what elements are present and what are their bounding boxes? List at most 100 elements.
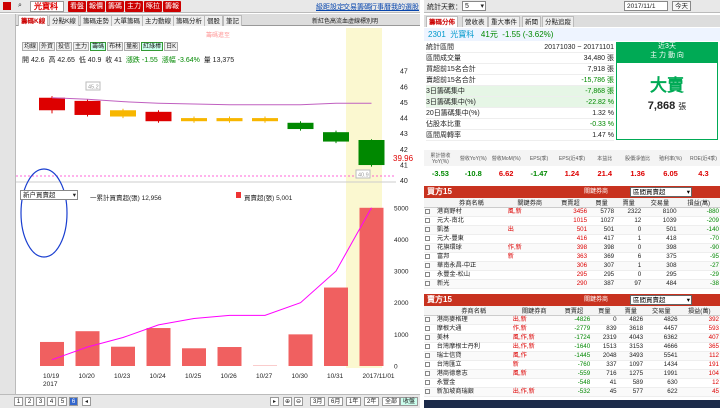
buy-row[interactable]: 元大-豐東 416 417 1 418 -70 (424, 234, 720, 244)
checkbox-icon[interactable] (425, 280, 430, 286)
days-select[interactable]: 5 ▾ (462, 1, 486, 11)
checkbox-icon[interactable] (425, 244, 430, 250)
row-checkbox[interactable] (424, 351, 436, 361)
row-checkbox[interactable] (424, 315, 436, 325)
zoom-in-icon[interactable]: ⊕ (283, 397, 292, 406)
checkbox-icon[interactable] (425, 316, 430, 322)
sell-row[interactable]: 摩根大通 作,新 -2779 839 3618 4457 593 (424, 324, 720, 334)
checkbox-icon[interactable] (425, 379, 430, 385)
link-1[interactable]: 交易籌碼 (343, 2, 371, 12)
indicator-8[interactable]: 日K (164, 42, 179, 51)
checkbox-icon[interactable] (425, 370, 430, 376)
row-checkbox[interactable] (424, 342, 436, 352)
sell-row[interactable]: 永豐金 -548 41 589 630 12 (424, 378, 720, 388)
row-checkbox[interactable] (424, 324, 436, 334)
checkbox-icon[interactable] (425, 208, 430, 214)
link-2[interactable]: 行事曆 (370, 2, 391, 12)
row-checkbox[interactable] (424, 360, 436, 370)
row-checkbox[interactable] (424, 243, 437, 253)
row-checkbox[interactable] (424, 387, 436, 397)
row-checkbox[interactable] (424, 261, 437, 271)
checkbox-icon[interactable] (425, 253, 430, 259)
checkbox-icon[interactable] (425, 361, 430, 367)
indicator-4[interactable]: 籌碼 (90, 42, 107, 51)
rtab-0[interactable]: 籌碼分佈 (426, 16, 458, 27)
sell-row[interactable]: 新加坡商瑞銀 出,作,新 -532 45 577 622 45 (424, 387, 720, 397)
sell-row[interactable]: 港商德意志 風,新 -559 716 1275 1991 104 (424, 369, 720, 379)
today-button[interactable]: 今天 (672, 1, 691, 11)
checkbox-icon[interactable] (425, 235, 430, 241)
checkbox-icon[interactable] (425, 325, 430, 331)
indicator-1[interactable]: 外資 (39, 42, 56, 51)
nav-button-2[interactable]: 籌碼 (106, 1, 124, 12)
sell-row[interactable]: 瑞士信貸 風,作 -1445 2048 3493 5541 112 (424, 351, 720, 361)
buy-row[interactable]: 凱基出 501 501 0 501 -140 (424, 225, 720, 235)
checkbox-icon[interactable] (425, 352, 430, 358)
indicator-0[interactable]: 均線 (22, 42, 39, 51)
rtab-1[interactable]: 營收表 (462, 16, 488, 27)
checkbox-icon[interactable] (425, 388, 430, 394)
indicator-7[interactable]: 紅綠棒 (141, 42, 164, 51)
page-button-6[interactable]: 6 (69, 397, 78, 406)
buy-filter-select[interactable]: 區間買賣超 ▾ (630, 187, 692, 197)
range-all[interactable]: 全部 (382, 397, 401, 406)
stock-search-input[interactable]: 光寶科 (30, 1, 64, 12)
tab-6[interactable]: 個股 (204, 15, 223, 26)
link-0[interactable]: 級距設定 (316, 2, 344, 12)
row-checkbox[interactable] (424, 279, 437, 289)
page-button-5[interactable]: 5 (58, 397, 67, 406)
indicator-6[interactable]: 量能 (124, 42, 141, 51)
nav-button-5[interactable]: 籌報 (163, 1, 181, 12)
buy-row[interactable]: 新光 290 387 97 484 -38 (424, 279, 720, 289)
scroll-right-icon[interactable]: ▸ (270, 397, 279, 406)
checkbox-icon[interactable] (425, 217, 430, 223)
row-checkbox[interactable] (424, 216, 437, 226)
range-3m[interactable]: 3月 (310, 397, 326, 406)
rtab-4[interactable]: 分點追蹤 (542, 16, 574, 27)
range-6m[interactable]: 6月 (328, 397, 344, 406)
tab-5[interactable]: 籌碼分析 (173, 15, 205, 26)
page-button-1[interactable]: 1 (14, 397, 23, 406)
page-button-3[interactable]: 3 (36, 397, 45, 406)
zoom-out-icon[interactable]: ⊖ (294, 397, 303, 406)
nav-button-3[interactable]: 主力 (125, 1, 143, 12)
checkbox-icon[interactable] (425, 262, 430, 268)
checkbox-icon[interactable] (425, 334, 430, 340)
rtab-2[interactable]: 重大事件 (488, 16, 520, 27)
indicator-5[interactable]: 布林 (107, 42, 124, 51)
range-close[interactable]: 收盤 (400, 397, 419, 406)
range-1y[interactable]: 1年 (346, 397, 362, 406)
buy-row[interactable]: 元大-南北 1015 1027 12 1039 -209 (424, 216, 720, 226)
row-checkbox[interactable] (424, 270, 437, 280)
page-button-4[interactable]: 4 (47, 397, 56, 406)
link-3[interactable]: 我的選股 (391, 2, 419, 12)
sell-row[interactable]: 美林 風,作,新 -1724 2319 4043 6362 407 (424, 333, 720, 343)
sell-row[interactable]: 台灣匯立新 -760 337 1097 1434 191 (424, 360, 720, 370)
checkbox-icon[interactable] (425, 271, 430, 277)
rtab-3[interactable]: 新聞 (522, 16, 541, 27)
buy-row[interactable]: 永豐金-松山 295 295 0 295 -29 (424, 270, 720, 280)
indicator-3[interactable]: 主力 (73, 42, 90, 51)
tab-3[interactable]: 大單籌碼 (111, 15, 143, 26)
tab-0[interactable]: 籌碼K線 (18, 15, 49, 26)
sell-row[interactable]: 台灣摩根士丹利 出,作,新 -1640 1513 3153 4666 365 (424, 342, 720, 352)
indicator-2[interactable]: 投信 (56, 42, 73, 51)
buy-row[interactable]: 華南永昌-中正 306 307 1 308 -27 (424, 261, 720, 271)
search-icon[interactable]: ⌕ (18, 2, 22, 10)
tab-1[interactable]: 分點K線 (49, 15, 79, 26)
nav-button-0[interactable]: 看盤 (68, 1, 86, 12)
date-picker[interactable]: 2017/11/1 (624, 1, 668, 11)
buy-row[interactable]: 花旗環球 作,新 398 398 0 398 -90 (424, 243, 720, 253)
checkbox-icon[interactable] (425, 226, 430, 232)
nav-button-4[interactable]: 啄拉 (144, 1, 162, 12)
tab-4[interactable]: 主力動線 (142, 15, 174, 26)
row-checkbox[interactable] (424, 234, 437, 244)
sell-filter-select[interactable]: 區間買賣超 ▾ (630, 295, 692, 305)
tab-7[interactable]: 筆記 (223, 15, 242, 26)
series-select[interactable]: 新户買賣超 ▾ (20, 190, 78, 200)
row-checkbox[interactable] (424, 225, 437, 235)
buy-row[interactable]: 富邦新 363 369 6 375 -95 (424, 252, 720, 262)
row-checkbox[interactable] (424, 333, 436, 343)
buy-row[interactable]: 港商野村 風,新 3456 5778 2322 8100 -880 (424, 207, 720, 217)
scroll-left-icon[interactable]: ◂ (82, 397, 91, 406)
